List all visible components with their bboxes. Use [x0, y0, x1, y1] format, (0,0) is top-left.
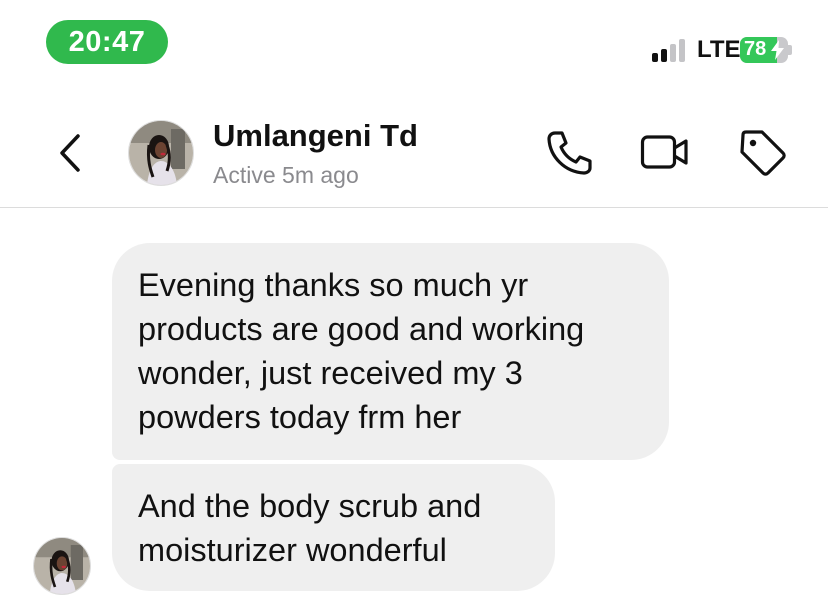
contact-active-status: Active 5m ago: [213, 162, 359, 188]
video-camera-icon[interactable]: [640, 128, 690, 176]
network-type: LTE: [697, 36, 741, 63]
avatar[interactable]: [128, 120, 194, 186]
phone-icon[interactable]: [543, 128, 593, 176]
avatar[interactable]: [33, 537, 91, 595]
message-bubble[interactable]: And the body scrub and moisturizer wonde…: [112, 464, 555, 591]
battery-icon: 78: [740, 37, 788, 63]
chat-screen: 20:47 LTE 78 Umlangeni Td Active 5m ago …: [0, 0, 828, 612]
signal-strength-icon: [652, 38, 690, 62]
battery-cap: [788, 45, 792, 55]
tag-icon[interactable]: [738, 128, 788, 176]
contact-name[interactable]: Umlangeni Td: [213, 118, 418, 154]
battery-percent: 78: [744, 38, 767, 60]
message-bubble[interactable]: Evening thanks so much yr products are g…: [112, 243, 669, 460]
chat-header: Umlangeni Td Active 5m ago: [0, 100, 828, 208]
bolt-icon: [771, 40, 784, 60]
chevron-left-icon[interactable]: [50, 130, 90, 176]
header-divider: [0, 207, 828, 208]
status-time: 20:47: [46, 20, 168, 64]
